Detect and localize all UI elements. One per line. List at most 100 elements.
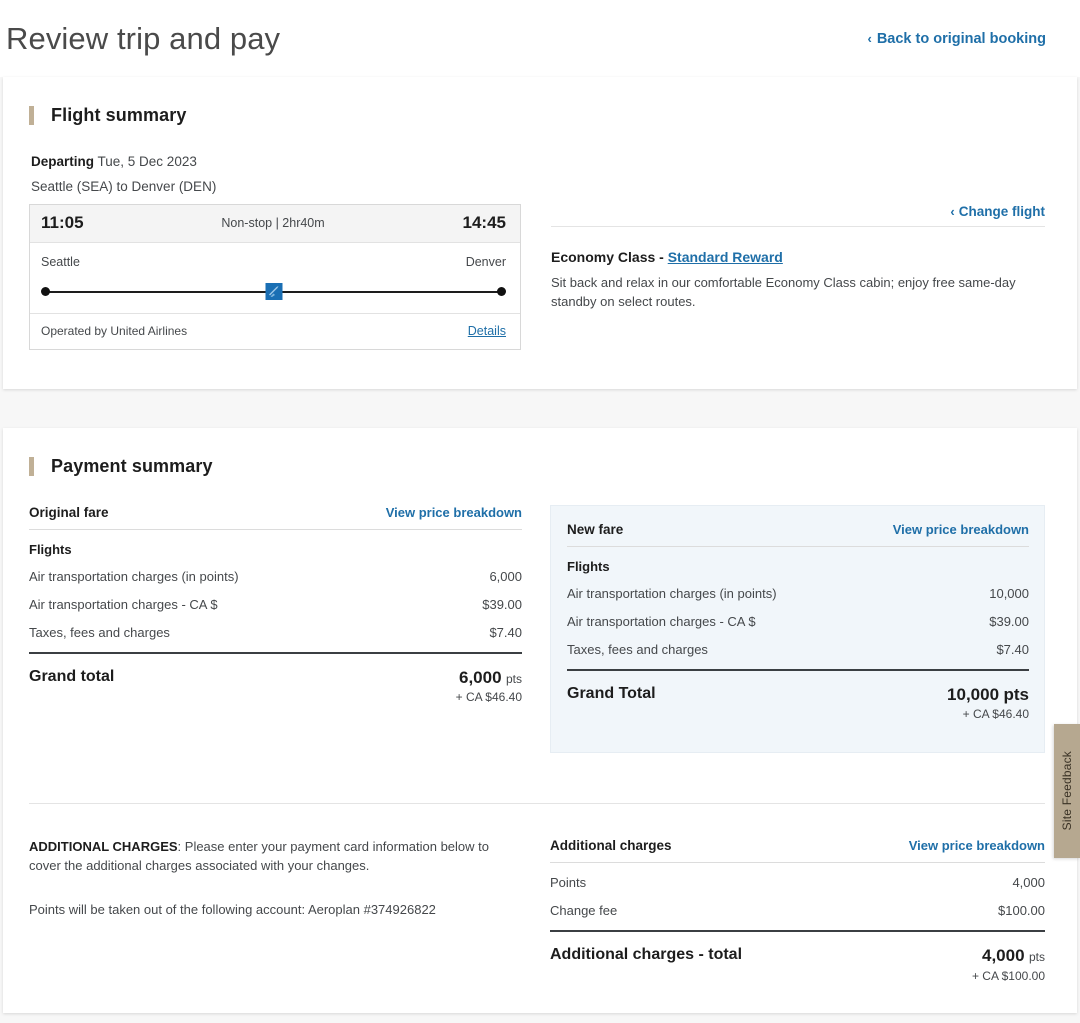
itinerary-card[interactable]: 11:05 Non-stop | 2hr40m 14:45 Seattle De… [29, 204, 521, 350]
view-price-breakdown-link-original[interactable]: View price breakdown [386, 505, 522, 520]
line-item-label: Change fee [550, 903, 618, 919]
payment-summary-header: Payment summary [29, 456, 1045, 477]
additional-charges-header: Additional charges View price breakdown [550, 838, 1045, 862]
origin-city: Seattle [41, 255, 80, 269]
fare-columns: Original fare View price breakdown Fligh… [29, 505, 1045, 754]
original-fare-title: Original fare [29, 505, 109, 520]
grand-total-points: 6,000 [458, 668, 502, 687]
accent-bar-icon [29, 106, 34, 125]
new-fare-box: New fare View price breakdown Flights Ai… [550, 505, 1045, 754]
stops-duration: Non-stop | 2hr40m [221, 216, 325, 230]
line-item-label: Taxes, fees and charges [567, 642, 708, 657]
grand-total-label: Grand total [29, 668, 115, 685]
chevron-left-icon: ‹ [867, 31, 872, 46]
table-row: Change fee $100.00 [550, 897, 1045, 925]
grand-total-cash: + CA $46.40 [455, 690, 522, 705]
operated-by-label: Operated by United Airlines [41, 324, 188, 338]
line-item-label: Air transportation charges (in points) [29, 569, 239, 584]
additional-charges-title: Additional charges [550, 838, 672, 854]
change-flight-label: Change flight [958, 204, 1045, 219]
new-fare-title: New fare [567, 522, 624, 537]
flight-summary-title: Flight summary [51, 105, 187, 125]
payment-summary-title: Payment summary [51, 456, 213, 476]
destination-city: Denver [465, 255, 506, 269]
line-item-value: $7.40 [996, 642, 1029, 657]
page-title: Review trip and pay [6, 21, 281, 56]
additional-total-amount: 4,000 pts + CA $100.00 [972, 946, 1045, 983]
line-item-value: $39.00 [482, 597, 522, 612]
original-fare-total-row: Grand total 6,000 pts + CA $46.40 [29, 654, 522, 705]
route-line: Seattle (SEA) to Denver (DEN) [31, 179, 217, 194]
origin-dot-icon [41, 287, 50, 296]
additional-total-cash: + CA $100.00 [971, 968, 1045, 983]
additional-charges-note-bold: ADDITIONAL CHARGES [29, 839, 178, 855]
table-row: Air transportation charges (in points) 1… [567, 580, 1029, 608]
grand-total-label: Grand Total [567, 685, 656, 702]
original-fare-header: Original fare View price breakdown [29, 505, 522, 529]
line-item-value: 4,000 [1012, 875, 1045, 891]
grand-total-amount: 6,000 pts + CA $46.40 [456, 668, 522, 705]
departing-line: Departing Tue, 5 Dec 2023 [29, 154, 1045, 169]
itinerary-footer: Operated by United Airlines Details [30, 313, 520, 349]
grand-total-points-unit: pts [505, 672, 522, 686]
flight-summary-header: Flight summary [29, 105, 1045, 126]
table-row: Air transportation charges - CA $ $39.00 [567, 608, 1029, 636]
table-row: Taxes, fees and charges $7.40 [29, 619, 522, 647]
flight-left-column: 11:05 Non-stop | 2hr40m 14:45 Seattle De… [29, 204, 523, 350]
table-row: Points 4,000 [550, 863, 1045, 897]
table-row: Air transportation charges - CA $ $39.00 [29, 591, 522, 619]
new-fare-header: New fare View price breakdown [567, 522, 1029, 546]
additional-charges-note: ADDITIONAL CHARGES: Please enter your pa… [29, 838, 521, 876]
departing-label: Departing [31, 154, 95, 169]
page-header: Review trip and pay ‹ Back to original b… [0, 0, 1080, 77]
line-item-value: 6,000 [489, 569, 522, 584]
back-link-label: Back to original booking [876, 30, 1046, 47]
grand-total-points-unit: pts [1003, 685, 1030, 704]
original-fare-box: Original fare View price breakdown Fligh… [29, 505, 522, 705]
flight-summary-card: Flight summary Departing Tue, 5 Dec 2023… [3, 77, 1077, 389]
line-item-value: $39.00 [989, 614, 1029, 629]
additional-charges-columns: ADDITIONAL CHARGES: Please enter your pa… [29, 804, 1045, 983]
itinerary-cities-row: Seattle Denver [41, 255, 506, 269]
site-feedback-tab[interactable]: Site Feedback [1054, 724, 1080, 858]
fare-brand-link[interactable]: Standard Reward [668, 249, 783, 265]
line-item-value: $7.40 [489, 625, 522, 640]
new-fare-total-row: Grand Total 10,000 pts + CA $46.40 [567, 671, 1029, 722]
additional-total-points-unit: pts [1028, 950, 1045, 965]
view-price-breakdown-link-new[interactable]: View price breakdown [893, 522, 1029, 537]
line-item-label: Air transportation charges (in points) [567, 586, 777, 601]
itinerary-body: Seattle Denver [30, 243, 520, 305]
additional-charges-total-row: Additional charges - total 4,000 pts + C… [550, 932, 1045, 983]
payment-summary-card: Payment summary Original fare View price… [3, 428, 1077, 1014]
cabin-description: Sit back and relax in our comfortable Ec… [551, 275, 1016, 309]
new-fare-column: New fare View price breakdown Flights Ai… [550, 505, 1045, 754]
flight-right-column: ‹ Change flight Economy Class - Standard… [523, 204, 1045, 350]
depart-time: 11:05 [41, 213, 84, 232]
back-to-original-booking-link[interactable]: ‹ Back to original booking [867, 31, 1046, 47]
account-note: Points will be taken out of the followin… [29, 901, 436, 917]
departing-date: Tue, 5 Dec 2023 [97, 154, 197, 169]
site-feedback-label: Site Feedback [1060, 751, 1074, 831]
change-flight-link[interactable]: ‹ Change flight [950, 204, 1045, 219]
itinerary-times-row: 11:05 Non-stop | 2hr40m 14:45 [30, 205, 520, 243]
grand-total-points: 10,000 [947, 685, 1000, 704]
route-progress-line [41, 279, 506, 305]
change-flight-row: ‹ Change flight [551, 204, 1045, 226]
view-price-breakdown-link-additional[interactable]: View price breakdown [909, 838, 1045, 853]
accent-bar-icon [29, 457, 34, 476]
chevron-left-icon: ‹ [950, 204, 955, 219]
cabin-title: Economy Class - Standard Reward [551, 249, 1045, 265]
flight-details-link[interactable]: Details [468, 324, 506, 338]
additional-total-label: Additional charges - total [550, 946, 743, 964]
grand-total-amount: 10,000 pts + CA $46.40 [947, 685, 1029, 722]
airplane-icon [265, 283, 282, 300]
divider [551, 226, 1045, 227]
line-item-label: Points [550, 875, 587, 891]
arrive-time: 14:45 [462, 213, 506, 232]
new-fare-group-label: Flights [567, 559, 610, 574]
additional-charges-note-column: ADDITIONAL CHARGES: Please enter your pa… [29, 838, 522, 917]
destination-dot-icon [497, 287, 506, 296]
line-item-label: Air transportation charges - CA $ [29, 597, 218, 612]
line-item-value: $100.00 [998, 903, 1045, 919]
table-row: Air transportation charges (in points) 6… [29, 563, 522, 591]
